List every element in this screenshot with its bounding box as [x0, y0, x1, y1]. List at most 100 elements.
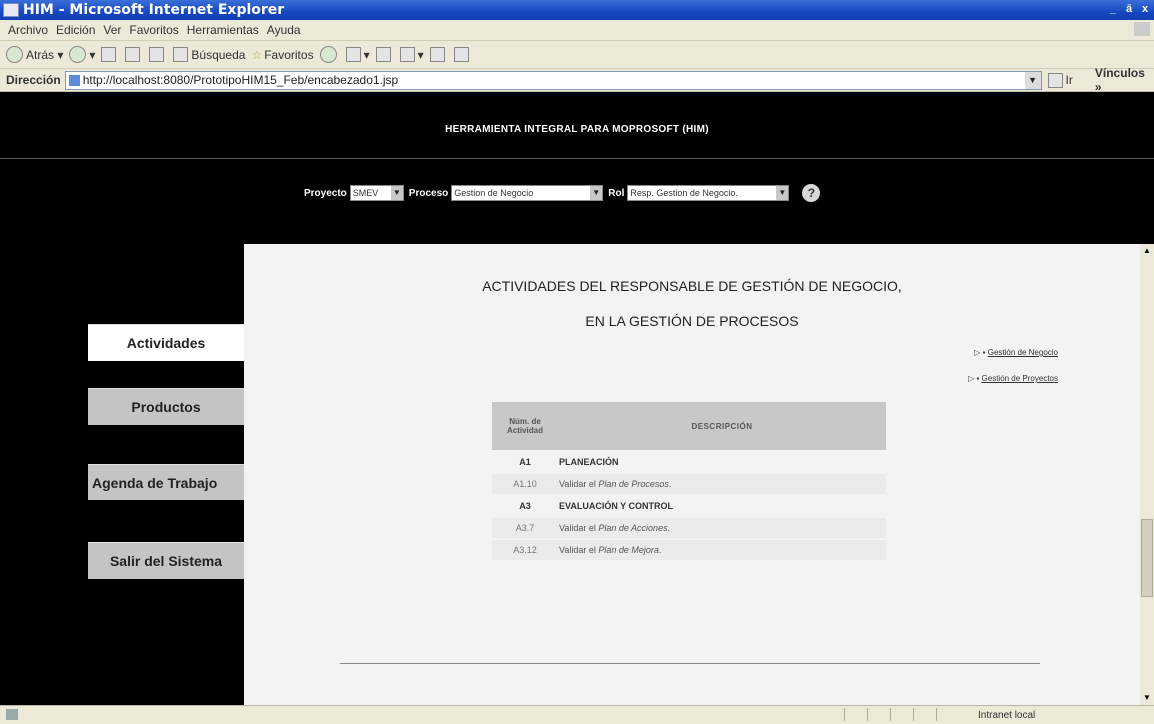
chevron-down-icon: ▼: [390, 186, 403, 200]
close-button[interactable]: x: [1138, 2, 1152, 16]
toolbar: Atrás ▾ ▾ Búsqueda ☆ Favoritos ▾ ▾: [0, 41, 1154, 69]
menu-edicion[interactable]: Edición: [56, 23, 95, 37]
home-button[interactable]: [149, 47, 167, 62]
forward-button[interactable]: ▾: [69, 46, 95, 63]
chevron-down-icon: ▼: [590, 186, 603, 200]
favorites-button[interactable]: ☆ Favoritos: [251, 48, 313, 62]
rol-label: Rol: [608, 187, 625, 199]
table-row: A3.7 Validar el Plan de Acciones.: [492, 518, 886, 538]
address-input[interactable]: http://localhost:8080/PrototipoHIM15_Feb…: [64, 70, 1042, 90]
messenger-icon: [453, 47, 469, 62]
history-button[interactable]: [319, 46, 340, 63]
row-desc-emphasis: Plan de Procesos: [598, 479, 669, 489]
links-button[interactable]: Vínculos »: [1095, 66, 1154, 94]
row-desc: Validar el Plan de Procesos.: [558, 474, 886, 494]
favorites-label: Favoritos: [264, 47, 314, 62]
menu-ver[interactable]: Ver: [103, 23, 121, 37]
window-controls: _ ā x: [1104, 2, 1152, 16]
proyecto-value: SMEV: [352, 188, 379, 198]
proceso-select[interactable]: Gestion de Negocio ▼: [451, 185, 604, 201]
go-button[interactable]: Ir: [1047, 72, 1073, 88]
row-desc-suffix: .: [658, 545, 662, 555]
content-title-line1: ACTIVIDADES DEL RESPONSABLE DE GESTIÓN D…: [482, 278, 902, 294]
proceso-value: Gestion de Negocio: [454, 188, 534, 198]
nav-productos[interactable]: Productos: [88, 388, 244, 425]
row-desc-suffix: .: [667, 523, 671, 533]
selector-row: Proyecto SMEV ▼ Proceso Gestion de Negoc…: [304, 184, 821, 202]
row-desc-suffix: .: [668, 479, 672, 489]
status-cell: [936, 708, 957, 721]
address-bar: Dirección http://localhost:8080/Prototip…: [0, 66, 1154, 94]
page-icon: [68, 74, 80, 86]
go-label: Ir: [1065, 73, 1073, 87]
search-icon: [173, 47, 189, 62]
activities-table: Núm. de Actividad DESCRIPCIÓN A1 PLANEAC…: [492, 400, 886, 562]
address-url: http://localhost:8080/PrototipoHIM15_Feb…: [82, 73, 399, 87]
scroll-down-arrow-icon[interactable]: ▼: [1140, 691, 1154, 705]
stop-icon: [101, 47, 117, 62]
table-row: A3 EVALUACIÓN Y CONTROL: [492, 496, 886, 516]
back-arrow-icon: [6, 46, 23, 63]
status-cells: [844, 708, 959, 721]
menu-archivo[interactable]: Archivo: [8, 23, 48, 37]
link-gestion-de-negocio-text[interactable]: Gestión de Negocio: [988, 348, 1058, 357]
discuss-icon: [429, 47, 445, 62]
row-num: A1.10: [492, 474, 558, 494]
column-header-desc: DESCRIPCIÓN: [558, 402, 886, 450]
nav-salir-del-sistema[interactable]: Salir del Sistema: [88, 542, 244, 579]
back-label: Atrás: [26, 47, 55, 62]
maximize-button[interactable]: ā: [1122, 2, 1136, 16]
mail-button[interactable]: ▾: [345, 47, 370, 62]
scroll-up-arrow-icon[interactable]: ▲: [1140, 244, 1154, 258]
row-desc: EVALUACIÓN Y CONTROL: [559, 501, 674, 511]
window-title-bar: HIM - Microsoft Internet Explorer _ ā x: [0, 0, 1154, 20]
link-gestion-de-proyectos[interactable]: ▷ ▪ Gestión de Proyectos: [968, 374, 1058, 383]
ie-icon: [3, 3, 19, 17]
menu-bar: Archivo Edición Ver Favoritos Herramient…: [0, 20, 1154, 41]
vertical-scrollbar[interactable]: ▲ ▼: [1140, 244, 1154, 705]
status-cell: [844, 708, 865, 721]
discuss-button[interactable]: [429, 47, 448, 62]
page-header-title: HERRAMIENTA INTEGRAL PARA MOPROSOFT (HIM…: [445, 124, 709, 135]
stop-button[interactable]: [101, 47, 119, 62]
back-button[interactable]: Atrás ▾: [6, 46, 63, 63]
menu-herramientas[interactable]: Herramientas: [187, 23, 259, 37]
scrollbar-thumb[interactable]: [1141, 519, 1153, 597]
link-gestion-de-negocio[interactable]: ▷ ▪ Gestión de Negocio: [974, 348, 1058, 357]
proyecto-label: Proyecto: [304, 187, 347, 199]
forward-arrow-icon: [69, 46, 87, 63]
go-arrow-icon: [1047, 72, 1063, 88]
address-dropdown-arrow[interactable]: ▼: [1024, 71, 1041, 89]
status-cell: [890, 708, 911, 721]
web-page: HERRAMIENTA INTEGRAL PARA MOPROSOFT (HIM…: [0, 92, 1154, 705]
menu-favoritos[interactable]: Favoritos: [129, 23, 178, 37]
table-row: A1.10 Validar el Plan de Procesos.: [492, 474, 886, 494]
edit-button[interactable]: ▾: [399, 47, 424, 62]
table-row: A3.12 Validar el Plan de Mejora.: [492, 540, 886, 560]
row-desc-prefix: Validar el: [559, 545, 599, 555]
menu-ayuda[interactable]: Ayuda: [267, 23, 301, 37]
rol-select[interactable]: Resp. Gestion de Negocio. ▼: [627, 185, 790, 201]
nav-agenda-de-trabajo[interactable]: Agenda de Trabajo: [88, 464, 244, 500]
proceso-label: Proceso: [408, 187, 449, 199]
nav-actividades[interactable]: Actividades: [88, 324, 244, 361]
chevron-down-icon: ▼: [776, 186, 789, 200]
proyecto-select[interactable]: SMEV ▼: [349, 185, 404, 201]
windows-logo-icon: [1134, 22, 1150, 36]
print-icon: [375, 47, 391, 62]
search-label: Búsqueda: [191, 47, 246, 62]
minimize-button[interactable]: _: [1106, 2, 1120, 16]
content-title-line2: EN LA GESTIÓN DE PROCESOS: [585, 313, 799, 329]
edit-icon: [399, 47, 415, 62]
column-header-num: Núm. de Actividad: [492, 402, 558, 450]
link-gestion-de-proyectos-text[interactable]: Gestión de Proyectos: [982, 374, 1058, 383]
star-icon: ☆: [251, 47, 263, 62]
search-button[interactable]: Búsqueda: [173, 47, 245, 62]
history-icon: [319, 46, 337, 63]
print-button[interactable]: [375, 47, 394, 62]
refresh-button[interactable]: [125, 47, 143, 62]
help-icon[interactable]: ?: [802, 184, 821, 202]
status-cell: [913, 708, 934, 721]
messenger-button[interactable]: [453, 47, 472, 62]
page-status-icon: [6, 709, 18, 720]
